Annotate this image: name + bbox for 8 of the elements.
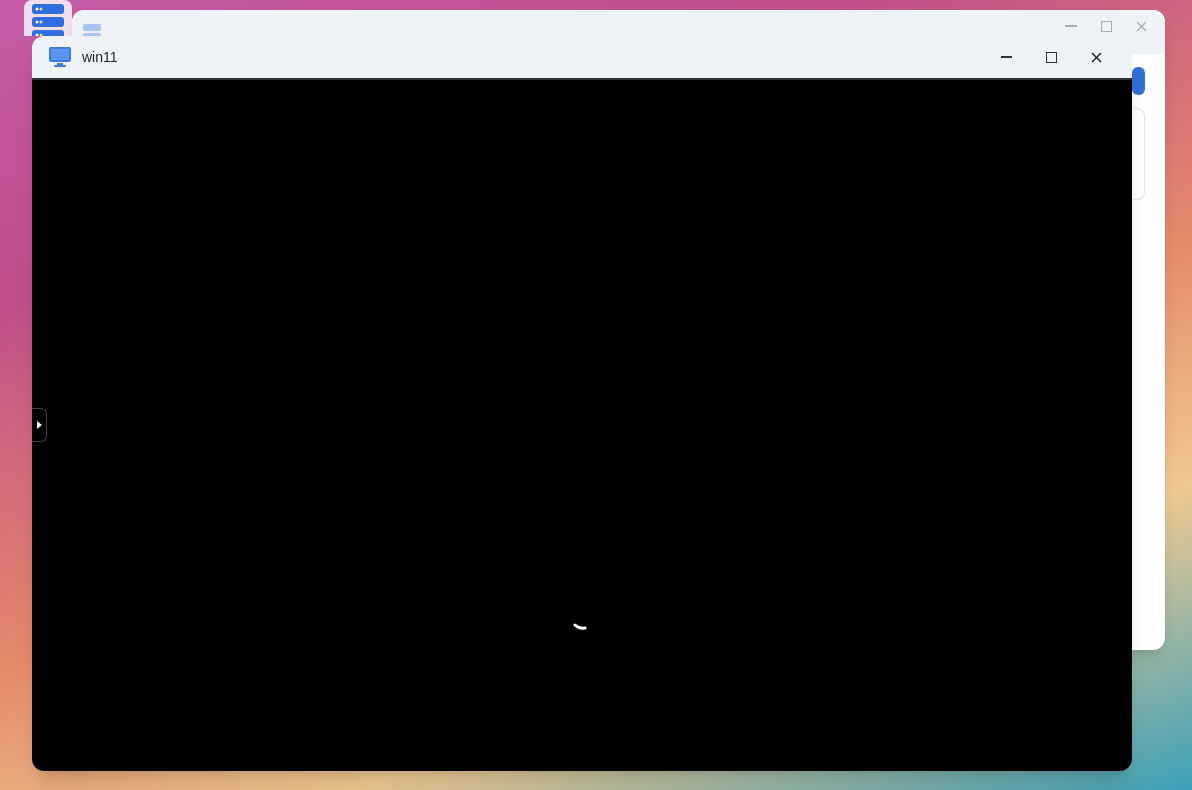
- loading-spinner-icon: [573, 623, 587, 631]
- window-title: win11: [82, 47, 118, 67]
- maximize-icon[interactable]: [1046, 51, 1057, 63]
- primary-button[interactable]: [1132, 67, 1145, 95]
- desktop-app-icon[interactable]: [24, 0, 72, 36]
- close-icon[interactable]: [1091, 51, 1102, 63]
- monitor-icon: [48, 46, 72, 68]
- side-panel-handle[interactable]: [32, 408, 47, 442]
